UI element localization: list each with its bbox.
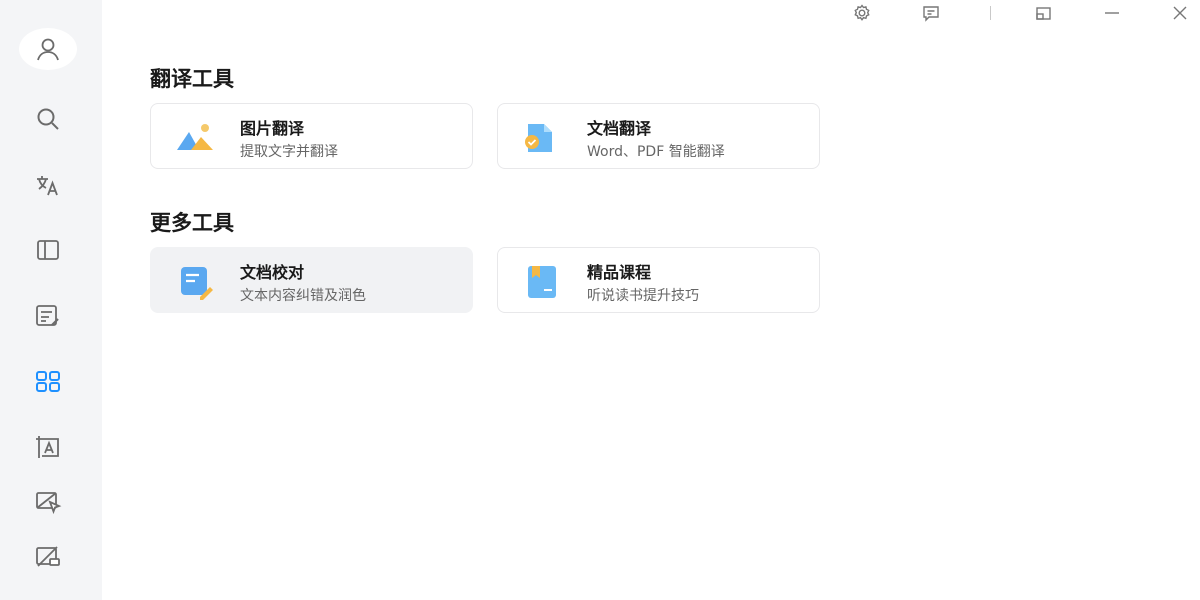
sidebar-item-tools[interactable] [24, 359, 72, 403]
image-translate-icon [177, 124, 213, 150]
screen-off-icon [36, 546, 60, 567]
card-document-translate[interactable]: 文档翻译 Word、PDF 智能翻译 [497, 103, 820, 169]
note-edit-icon [36, 305, 59, 326]
restore-icon [1036, 7, 1051, 20]
sidebar [0, 0, 102, 600]
card-subtitle: 文本内容纠错及润色 [240, 288, 366, 304]
app-window: 翻译工具 图片翻译 提取文字并翻译 文档翻译 Word、PDF 智能翻译 更多工… [0, 0, 1200, 600]
image-text-icon [36, 436, 59, 458]
restore-button[interactable] [1029, 0, 1057, 26]
sidebar-item-book[interactable] [24, 228, 72, 272]
card-subtitle: 提取文字并翻译 [240, 144, 338, 160]
feedback-icon [923, 6, 939, 22]
close-icon [1173, 6, 1187, 20]
section-title-translate-tools: 翻译工具 [150, 67, 234, 91]
card-image-translate[interactable]: 图片翻译 提取文字并翻译 [150, 103, 473, 169]
proofread-icon [181, 267, 213, 300]
gear-icon [854, 4, 870, 21]
course-icon [528, 266, 556, 298]
card-proofread[interactable]: 文档校对 文本内容纠错及润色 [150, 247, 473, 313]
book-icon [37, 240, 59, 260]
titlebar-divider [990, 6, 991, 20]
document-translate-icon [525, 124, 552, 152]
card-title: 文档校对 [240, 263, 305, 282]
avatar[interactable] [19, 28, 77, 70]
settings-button[interactable] [848, 0, 876, 26]
user-avatar-icon [37, 38, 59, 61]
sidebar-item-search[interactable] [24, 97, 72, 141]
translate-icon [37, 176, 58, 196]
sidebar-item-image-text[interactable] [24, 425, 72, 469]
search-icon [37, 108, 59, 130]
sidebar-item-screenshot[interactable] [24, 480, 72, 524]
card-subtitle: 听说读书提升技巧 [587, 288, 699, 304]
feedback-button[interactable] [917, 0, 945, 26]
sidebar-item-screen-off[interactable] [24, 535, 72, 579]
screenshot-translate-icon [36, 492, 62, 515]
section-title-more-tools: 更多工具 [150, 211, 234, 235]
card-premium-course[interactable]: 精品课程 听说读书提升技巧 [497, 247, 820, 313]
card-title: 文档翻译 [587, 119, 652, 138]
close-button[interactable] [1166, 0, 1194, 26]
card-subtitle: Word、PDF 智能翻译 [587, 144, 725, 160]
minimize-icon [1105, 12, 1119, 14]
card-title: 精品课程 [587, 263, 652, 282]
grid-apps-icon [36, 371, 60, 392]
sidebar-item-notes[interactable] [24, 294, 72, 338]
sidebar-item-translate[interactable] [24, 163, 72, 207]
minimize-button[interactable] [1098, 0, 1126, 26]
card-title: 图片翻译 [240, 119, 305, 138]
